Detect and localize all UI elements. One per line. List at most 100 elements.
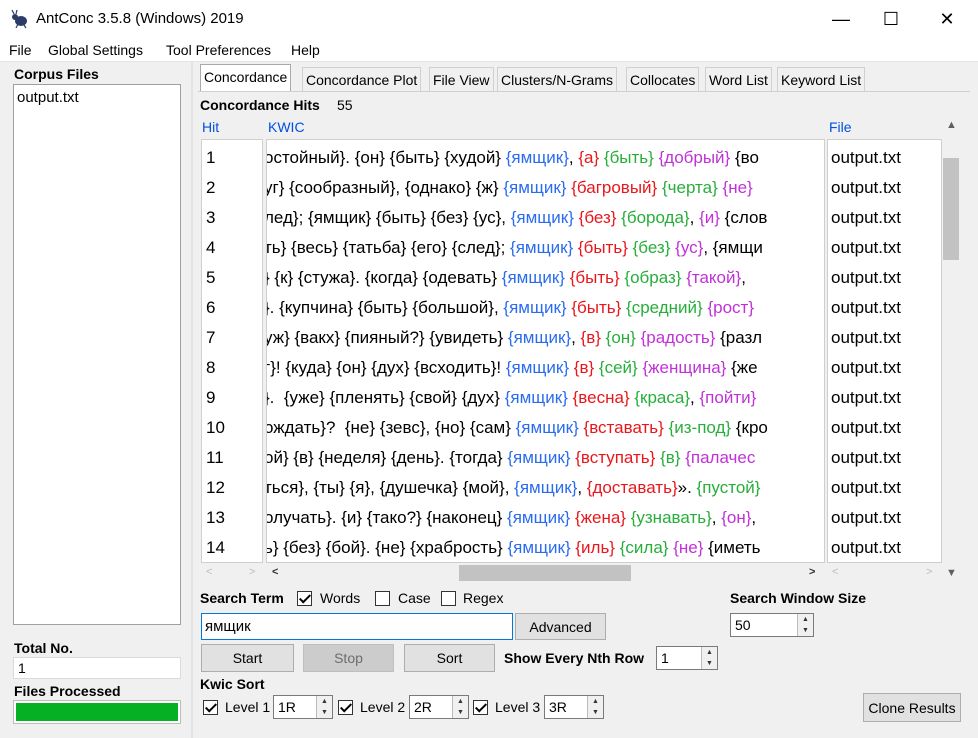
kwic-line[interactable]: олучать}. {и} {тако?} {наконец} {ямщик} … [267, 507, 761, 537]
hit-number[interactable]: 9 [206, 387, 215, 417]
scroll-right-icon[interactable]: > [926, 566, 932, 578]
spin-down-icon[interactable]: ▼ [317, 707, 332, 718]
file-name-cell[interactable]: output.txt [831, 327, 901, 357]
hit-number[interactable]: 7 [206, 327, 215, 357]
kwic-line[interactable]: ождать}? {не} {зевс}, {но} {сам} {ямщик}… [267, 417, 768, 447]
tab-collocates[interactable]: Collocates [626, 67, 700, 91]
clone-results-button[interactable]: Clone Results [863, 693, 961, 722]
level-1-checkbox[interactable] [203, 700, 218, 715]
spin-up-icon[interactable]: ▲ [798, 614, 813, 625]
level-3-value[interactable]: 3R [545, 696, 587, 718]
level-3-checkbox[interactable] [473, 700, 488, 715]
horizontal-scroll-thumb[interactable] [459, 565, 631, 581]
words-checkbox[interactable] [297, 591, 312, 606]
hit-number[interactable]: 2 [206, 177, 215, 207]
hit-number[interactable]: 1 [206, 147, 215, 177]
spin-down-icon[interactable]: ▼ [453, 707, 468, 718]
file-column-header[interactable]: File [829, 119, 852, 135]
file-name-cell[interactable]: output.txt [831, 477, 901, 507]
level-2-spinner[interactable]: 2R ▲ ▼ [409, 695, 469, 719]
nth-row-spinner[interactable]: 1 ▲ ▼ [656, 646, 718, 670]
file-name-cell[interactable]: output.txt [831, 177, 901, 207]
file-name-cell[interactable]: output.txt [831, 507, 901, 537]
hit-column[interactable]: 1 2 3 4 5 6 7 8 9 10 11 12 13 14 [201, 139, 263, 563]
kwic-line[interactable]: } {к} {стужа}. {когда} {одевать} {ямщик}… [267, 267, 751, 297]
spinner-buttons[interactable]: ▲ ▼ [452, 696, 468, 718]
spin-down-icon[interactable]: ▼ [798, 625, 813, 636]
hit-number[interactable]: 11 [206, 447, 224, 477]
kwic-column-header[interactable]: KWIC [268, 119, 305, 135]
start-button[interactable]: Start [201, 644, 294, 672]
menu-file[interactable]: File [9, 42, 32, 58]
file-name-cell[interactable]: output.txt [831, 417, 901, 447]
tab-clusters-ngrams[interactable]: Clusters/N-Grams [497, 67, 618, 91]
tab-file-view[interactable]: File View [429, 67, 494, 91]
search-window-size-value[interactable]: 50 [731, 614, 797, 636]
spinner-buttons[interactable]: ▲ ▼ [587, 696, 603, 718]
hit-number[interactable]: 14 [206, 537, 225, 567]
scroll-down-icon[interactable]: ▼ [946, 567, 957, 579]
kwic-line[interactable]: ой} {в} {неделя} {день}. {тогда} {ямщик}… [267, 447, 755, 477]
minimize-button[interactable]: — [818, 0, 864, 38]
kwic-line[interactable]: лед}; {ямщик} {быть} {без} {ус}, {ямщик}… [267, 207, 767, 237]
scroll-left-icon[interactable]: < [272, 566, 278, 578]
tab-concordance-plot[interactable]: Concordance Plot [302, 67, 422, 91]
tab-concordance[interactable]: Concordance [200, 64, 292, 92]
level-3-spinner[interactable]: 3R ▲ ▼ [544, 695, 604, 719]
stop-button[interactable]: Stop [303, 644, 394, 672]
file-name-cell[interactable]: output.txt [831, 297, 901, 327]
level-2-checkbox[interactable] [338, 700, 353, 715]
kwic-line[interactable]: остойный}. {он} {быть} {худой} {ямщик}, … [267, 147, 759, 177]
level-2-value[interactable]: 2R [410, 696, 452, 718]
corpus-files-list[interactable]: output.txt [13, 84, 181, 625]
kwic-line[interactable]: ться}, {ты} {я}, {душечка} {мой}, {ямщик… [267, 477, 760, 507]
file-name-cell[interactable]: output.txt [831, 357, 901, 387]
spinner-buttons[interactable]: ▲ ▼ [316, 696, 332, 718]
menu-tool-preferences[interactable]: Tool Preferences [166, 42, 271, 58]
level-1-value[interactable]: 1R [274, 696, 316, 718]
corpus-file-item[interactable]: output.txt [17, 89, 79, 106]
spinner-buttons[interactable]: ▲ ▼ [797, 614, 813, 636]
file-name-cell[interactable]: output.txt [831, 447, 901, 477]
menu-global-settings[interactable]: Global Settings [48, 42, 143, 58]
hit-number[interactable]: 5 [206, 267, 215, 297]
spin-up-icon[interactable]: ▲ [702, 647, 717, 658]
scroll-left-icon[interactable]: < [832, 566, 838, 578]
kwic-line[interactable]: ь} {без} {бой}. {не} {храбрость} {ямщик}… [267, 537, 761, 562]
hit-number[interactable]: 13 [206, 507, 225, 537]
close-button[interactable]: ✕ [924, 0, 970, 38]
panel-divider[interactable] [191, 62, 193, 738]
file-name-cell[interactable]: output.txt [831, 207, 901, 237]
nth-row-value[interactable]: 1 [657, 647, 701, 669]
file-name-cell[interactable]: output.txt [831, 267, 901, 297]
kwic-line[interactable]: уж} {вакх} {пияный?} {увидеть} {ямщик}, … [267, 327, 762, 357]
kwic-column[interactable]: остойный}. {он} {быть} {худой} {ямщик} , … [266, 139, 825, 563]
hit-column-header[interactable]: Hit [202, 119, 219, 135]
hit-number[interactable]: 8 [206, 357, 215, 387]
file-name-cell[interactable]: output.txt [831, 237, 901, 267]
kwic-line[interactable]: }. {купчина} {быть} {большой}, {ямщик} {… [267, 297, 754, 327]
advanced-button[interactable]: Advanced [515, 613, 606, 640]
spin-up-icon[interactable]: ▲ [588, 696, 603, 707]
file-name-cell[interactable]: output.txt [831, 147, 901, 177]
maximize-button[interactable]: ☐ [868, 0, 914, 38]
kwic-line[interactable]: г}! {куда} {он} {дух} {всходить}! {ямщик… [267, 357, 758, 387]
regex-checkbox[interactable] [441, 591, 456, 606]
case-checkbox[interactable] [375, 591, 390, 606]
tab-word-list[interactable]: Word List [705, 67, 772, 91]
search-window-size-spinner[interactable]: 50 ▲ ▼ [730, 613, 814, 637]
menu-help[interactable]: Help [291, 42, 320, 58]
hit-horizontal-scrollbar[interactable]: < > [201, 564, 263, 582]
scroll-up-icon[interactable]: ▲ [946, 119, 957, 131]
scroll-left-icon[interactable]: < [206, 566, 212, 578]
spin-up-icon[interactable]: ▲ [453, 696, 468, 707]
search-term-input[interactable] [201, 613, 513, 640]
sort-button[interactable]: Sort [404, 644, 495, 672]
kwic-line[interactable]: }. {уже} {пленять} {свой} {дух} {ямщик} … [267, 387, 756, 417]
spinner-buttons[interactable]: ▲ ▼ [701, 647, 717, 669]
tab-keyword-list[interactable]: Keyword List [777, 67, 866, 91]
hit-number[interactable]: 4 [206, 237, 215, 267]
file-name-cell[interactable]: output.txt [831, 537, 901, 562]
spin-down-icon[interactable]: ▼ [588, 707, 603, 718]
vertical-scroll-thumb[interactable] [943, 158, 959, 260]
